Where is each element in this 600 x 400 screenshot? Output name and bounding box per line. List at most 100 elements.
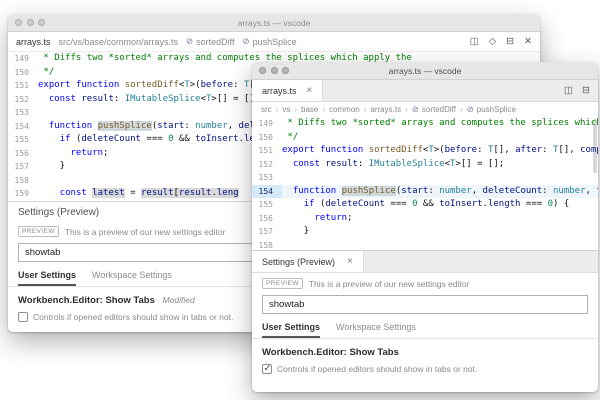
breadcrumb-item[interactable]: src [261, 105, 272, 114]
code-line-154[interactable]: 154 function pushSplice(start: number, d… [252, 185, 598, 199]
line-number: 152 [252, 158, 282, 172]
close-window-button[interactable] [259, 67, 266, 74]
tab-user-settings[interactable]: User Settings [262, 322, 320, 338]
tab-user-settings[interactable]: User Settings [18, 270, 76, 286]
minimize-window-button[interactable] [271, 67, 278, 74]
method-symbol-icon: ⊘ [243, 36, 250, 47]
line-number: 156 [8, 147, 38, 161]
editor-actions: ◫ ◇ ⊟ ✕ [470, 36, 532, 47]
editor-tab-bar: arrays.ts × ◫ ⊟ [252, 80, 598, 102]
close-window-button[interactable] [15, 19, 22, 26]
method-symbol-icon: ⊘ [467, 104, 474, 115]
code-text: * Diffs two *sorted* arrays and computes… [282, 117, 598, 131]
method-symbol-icon: ⊘ [412, 104, 419, 115]
file-name-label: arrays.ts [16, 37, 51, 47]
vertical-scrollbar[interactable] [593, 119, 597, 173]
titlebar[interactable]: arrays.ts — vscode [252, 62, 598, 80]
split-editor-icon[interactable]: ◫ [564, 85, 573, 96]
code-editor[interactable]: 149 * Diffs two *sorted* arrays and comp… [252, 117, 598, 250]
setting-category: Workbench.Editor: [18, 295, 103, 306]
line-number: 151 [252, 144, 282, 158]
code-text: */ [38, 66, 54, 80]
symbol-label: pushSplice [477, 105, 516, 114]
window-title: arrays.ts — vscode [238, 18, 311, 28]
close-tab-icon[interactable]: × [347, 256, 353, 267]
show-tabs-checkbox[interactable] [262, 364, 272, 374]
breadcrumb-item[interactable]: vs [282, 105, 290, 114]
code-text: function pushSplice(start: number, delet… [282, 185, 598, 199]
code-line-152[interactable]: 152 const result: IMutableSplice<T>[] = … [252, 158, 598, 172]
setting-description: Controls if opened editors should show i… [277, 364, 477, 375]
line-number: 154 [8, 120, 38, 134]
code-line-156[interactable]: 156 return; [252, 212, 598, 226]
preview-notice: PREVIEW This is a preview of our new set… [252, 273, 598, 291]
symbol-label: sortedDiff [422, 105, 456, 114]
line-number: 158 [252, 239, 282, 251]
modified-indicator: Modified [163, 295, 195, 305]
code-line-153[interactable]: 153 [252, 171, 598, 185]
code-text: */ [282, 131, 298, 145]
preview-badge: PREVIEW [18, 226, 59, 237]
code-line-150[interactable]: 150 */ [252, 131, 598, 145]
line-number: 158 [8, 174, 38, 188]
code-text: } [282, 225, 309, 239]
open-changes-icon[interactable]: ◇ [489, 36, 496, 47]
line-number: 156 [252, 212, 282, 226]
chevron-right-icon: › [294, 105, 297, 114]
breadcrumb-item[interactable]: base [301, 105, 318, 114]
settings-scope-tabs: User Settings Workspace Settings [252, 318, 598, 339]
close-editor-icon[interactable]: ✕ [524, 36, 532, 47]
breadcrumb-symbol-sorteddiff[interactable]: ⊘ sortedDiff [412, 104, 456, 115]
tab-settings-preview[interactable]: Settings (Preview) × [252, 251, 364, 272]
chevron-right-icon: › [364, 105, 367, 114]
toggle-layout-icon[interactable]: ⊟ [506, 36, 514, 47]
breadcrumb-symbol-pushsplice[interactable]: ⊘ pushSplice [243, 36, 297, 47]
code-text: export function sortedDiff<T>(before: T[… [282, 144, 598, 158]
symbol-label: sortedDiff [196, 37, 234, 47]
setting-category: Workbench.Editor: [262, 347, 347, 358]
line-number: 157 [252, 225, 282, 239]
chevron-right-icon: › [276, 105, 279, 114]
setting-name: Show Tabs [105, 295, 154, 306]
settings-tab-bar: Settings (Preview) × [252, 251, 598, 273]
code-text: const latest = result[result.leng [38, 187, 239, 201]
window-title: arrays.ts — vscode [389, 66, 462, 76]
breadcrumb-item[interactable]: common [329, 105, 360, 114]
code-text: if (deleteCount === 0 && toInsert.length… [282, 198, 569, 212]
code-line-157[interactable]: 157 } [252, 225, 598, 239]
code-text: const result: IMutableSplice<T>[] = []; [38, 93, 260, 107]
code-text: } [38, 160, 65, 174]
toggle-layout-icon[interactable]: ⊟ [582, 85, 590, 96]
code-text: return; [282, 212, 352, 226]
code-line-158[interactable]: 158 [252, 239, 598, 251]
breadcrumb-symbol-pushsplice[interactable]: ⊘ pushSplice [467, 104, 516, 115]
code-line-151[interactable]: 151export function sortedDiff<T>(before:… [252, 144, 598, 158]
editor-actions: ◫ ⊟ [556, 80, 598, 101]
zoom-window-button[interactable] [282, 67, 289, 74]
tab-workspace-settings[interactable]: Workspace Settings [336, 322, 416, 338]
close-tab-icon[interactable]: × [307, 85, 313, 96]
tab-workspace-settings[interactable]: Workspace Settings [92, 270, 172, 286]
line-number: 154 [252, 185, 282, 199]
tab-arrays-ts[interactable]: arrays.ts × [252, 80, 323, 101]
editor-title-header: arrays.ts src/vs/base/common/arrays.ts ⊘… [8, 32, 540, 52]
code-line-149[interactable]: 149 * Diffs two *sorted* arrays and comp… [252, 117, 598, 131]
breadcrumb-item[interactable]: arrays.ts [370, 105, 401, 114]
preview-notice-text: This is a preview of our new settings ed… [65, 227, 226, 237]
show-tabs-checkbox[interactable] [18, 312, 28, 322]
settings-search-input[interactable]: showtab [262, 295, 588, 314]
line-number: 153 [252, 171, 282, 185]
line-number: 149 [252, 117, 282, 131]
titlebar[interactable]: arrays.ts — vscode [8, 14, 540, 32]
minimize-window-button[interactable] [27, 19, 34, 26]
line-number: 153 [8, 106, 38, 120]
search-value: showtab [269, 299, 304, 310]
split-editor-icon[interactable]: ◫ [470, 36, 479, 47]
breadcrumb-symbol-sorteddiff[interactable]: ⊘ sortedDiff [186, 36, 234, 47]
file-path-breadcrumb[interactable]: src/vs/base/common/arrays.ts [59, 37, 179, 47]
zoom-window-button[interactable] [38, 19, 45, 26]
code-line-155[interactable]: 155 if (deleteCount === 0 && toInsert.le… [252, 198, 598, 212]
line-number: 157 [8, 160, 38, 174]
traffic-lights [259, 67, 289, 74]
chevron-right-icon: › [322, 105, 325, 114]
